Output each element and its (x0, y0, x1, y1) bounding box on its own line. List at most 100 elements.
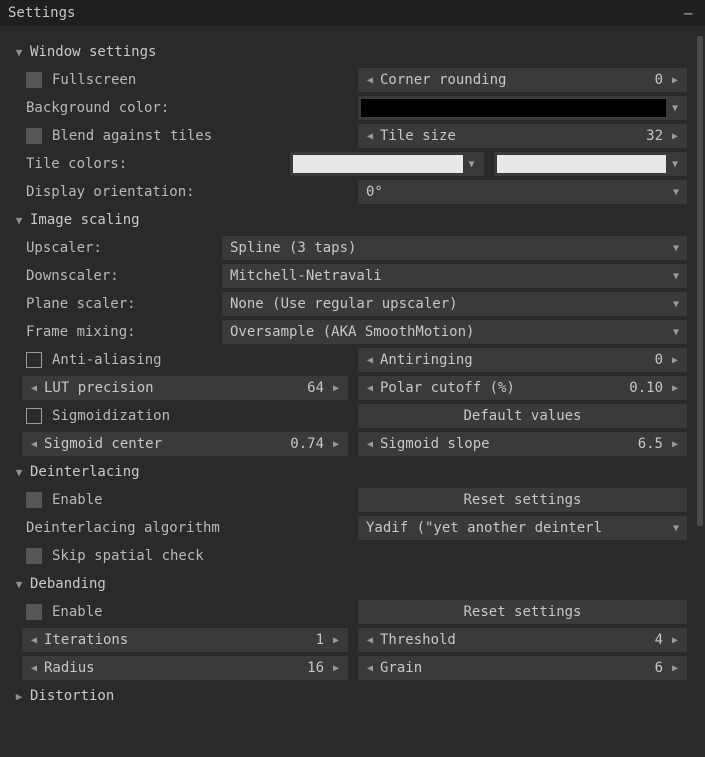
spinner-value: 0 (649, 72, 669, 88)
spinner-left-icon[interactable]: ◀ (364, 439, 376, 450)
tile-size-spinner[interactable]: ◀ Tile size 32 ▶ (358, 124, 687, 148)
deinterlacing-algorithm-label: Deinterlacing algorithm (26, 520, 220, 536)
spinner-left-icon[interactable]: ◀ (364, 383, 376, 394)
spinner-left-icon[interactable]: ◀ (364, 355, 376, 366)
upscaler-dropdown[interactable]: Spline (3 taps) ▼ (222, 236, 687, 260)
spinner-right-icon[interactable]: ▶ (669, 383, 681, 394)
scrollbar-thumb[interactable] (697, 36, 703, 526)
anti-aliasing-checkbox[interactable] (26, 352, 42, 368)
blend-against-tiles-label: Blend against tiles (52, 128, 212, 144)
section-debanding[interactable]: ▼ Debanding (12, 570, 687, 598)
color-swatch-white (293, 155, 463, 173)
iterations-spinner[interactable]: ◀ Iterations 1 ▶ (22, 628, 348, 652)
spinner-right-icon[interactable]: ▶ (330, 383, 342, 394)
spinner-right-icon[interactable]: ▶ (669, 663, 681, 674)
deinterlacing-reset-button[interactable]: Reset settings (358, 488, 687, 512)
sigmoid-slope-spinner[interactable]: ◀ Sigmoid slope 6.5 ▶ (358, 432, 687, 456)
blend-against-tiles-checkbox[interactable] (26, 128, 42, 144)
triangle-down-icon: ▼ (12, 578, 26, 591)
tile-color-2-picker[interactable]: ▼ (494, 152, 688, 176)
deinterlacing-enable-checkbox[interactable] (26, 492, 42, 508)
section-distortion[interactable]: ▶ Distortion (12, 682, 687, 710)
spinner-left-icon[interactable]: ◀ (364, 131, 376, 142)
spinner-right-icon[interactable]: ▶ (669, 635, 681, 646)
minimize-icon[interactable]: − (679, 4, 697, 23)
section-label: Window settings (30, 44, 156, 60)
frame-mixing-dropdown[interactable]: Oversample (AKA SmoothMotion) ▼ (222, 320, 687, 344)
sigmoid-center-spinner[interactable]: ◀ Sigmoid center 0.74 ▶ (22, 432, 348, 456)
chevron-down-icon: ▼ (666, 159, 684, 170)
fullscreen-checkbox[interactable] (26, 72, 42, 88)
chevron-down-icon: ▼ (666, 103, 684, 114)
spinner-left-icon[interactable]: ◀ (28, 383, 40, 394)
settings-window: Settings − ▼ Window settings Fullscreen … (0, 0, 705, 757)
spinner-label: Polar cutoff (%) (376, 380, 623, 396)
spinner-left-icon[interactable]: ◀ (28, 663, 40, 674)
dropdown-value: Yadif ("yet another deinterl (366, 520, 602, 536)
downscaler-dropdown[interactable]: Mitchell-Netravali ▼ (222, 264, 687, 288)
spinner-value: 0.10 (623, 380, 669, 396)
sigmoidization-label: Sigmoidization (52, 408, 170, 424)
dropdown-value: Spline (3 taps) (230, 240, 356, 256)
lut-precision-spinner[interactable]: ◀ LUT precision 64 ▶ (22, 376, 348, 400)
chevron-down-icon: ▼ (673, 327, 679, 338)
titlebar[interactable]: Settings − (0, 0, 705, 26)
spinner-label: Radius (40, 660, 301, 676)
grain-spinner[interactable]: ◀ Grain 6 ▶ (358, 656, 687, 680)
button-label: Default values (463, 408, 581, 424)
display-orientation-dropdown[interactable]: 0° ▼ (358, 180, 687, 204)
debanding-enable-checkbox[interactable] (26, 604, 42, 620)
spinner-right-icon[interactable]: ▶ (669, 75, 681, 86)
background-color-label: Background color: (26, 100, 169, 116)
spinner-left-icon[interactable]: ◀ (28, 439, 40, 450)
skip-spatial-check-checkbox[interactable] (26, 548, 42, 564)
polar-cutoff-spinner[interactable]: ◀ Polar cutoff (%) 0.10 ▶ (358, 376, 687, 400)
chevron-down-icon: ▼ (673, 271, 679, 282)
window-title: Settings (8, 5, 75, 21)
spinner-label: LUT precision (40, 380, 301, 396)
spinner-label: Iterations (40, 632, 310, 648)
spinner-right-icon[interactable]: ▶ (669, 355, 681, 366)
section-deinterlacing[interactable]: ▼ Deinterlacing (12, 458, 687, 486)
spinner-left-icon[interactable]: ◀ (364, 635, 376, 646)
section-image-scaling[interactable]: ▼ Image scaling (12, 206, 687, 234)
deinterlacing-algorithm-dropdown[interactable]: Yadif ("yet another deinterl ▼ (358, 516, 687, 540)
scrollbar[interactable] (695, 26, 705, 757)
content: ▼ Window settings Fullscreen ◀ Corner ro… (0, 26, 695, 757)
tile-color-1-picker[interactable]: ▼ (290, 152, 484, 176)
spinner-value: 64 (301, 380, 330, 396)
upscaler-label: Upscaler: (26, 240, 212, 256)
spinner-value: 32 (640, 128, 669, 144)
chevron-down-icon: ▼ (673, 243, 679, 254)
section-window-settings[interactable]: ▼ Window settings (12, 38, 687, 66)
spinner-right-icon[interactable]: ▶ (669, 131, 681, 142)
spinner-left-icon[interactable]: ◀ (364, 663, 376, 674)
radius-spinner[interactable]: ◀ Radius 16 ▶ (22, 656, 348, 680)
spinner-right-icon[interactable]: ▶ (330, 635, 342, 646)
dropdown-value: Mitchell-Netravali (230, 268, 382, 284)
default-values-button[interactable]: Default values (358, 404, 687, 428)
spinner-value: 6 (649, 660, 669, 676)
button-label: Reset settings (463, 492, 581, 508)
spinner-label: Antiringing (376, 352, 649, 368)
spinner-right-icon[interactable]: ▶ (669, 439, 681, 450)
antiringing-spinner[interactable]: ◀ Antiringing 0 ▶ (358, 348, 687, 372)
chevron-down-icon: ▼ (673, 299, 679, 310)
section-label: Distortion (30, 688, 114, 704)
sigmoidization-checkbox[interactable] (26, 408, 42, 424)
corner-rounding-spinner[interactable]: ◀ Corner rounding 0 ▶ (358, 68, 687, 92)
triangle-down-icon: ▼ (12, 466, 26, 479)
debanding-reset-button[interactable]: Reset settings (358, 600, 687, 624)
chevron-down-icon: ▼ (463, 159, 481, 170)
spinner-value: 16 (301, 660, 330, 676)
spinner-value: 0 (649, 352, 669, 368)
spinner-left-icon[interactable]: ◀ (28, 635, 40, 646)
plane-scaler-dropdown[interactable]: None (Use regular upscaler) ▼ (222, 292, 687, 316)
spinner-label: Grain (376, 660, 649, 676)
spinner-right-icon[interactable]: ▶ (330, 439, 342, 450)
spinner-right-icon[interactable]: ▶ (330, 663, 342, 674)
background-color-picker[interactable]: ▼ (358, 96, 687, 120)
spinner-left-icon[interactable]: ◀ (364, 75, 376, 86)
threshold-spinner[interactable]: ◀ Threshold 4 ▶ (358, 628, 687, 652)
section-label: Deinterlacing (30, 464, 140, 480)
